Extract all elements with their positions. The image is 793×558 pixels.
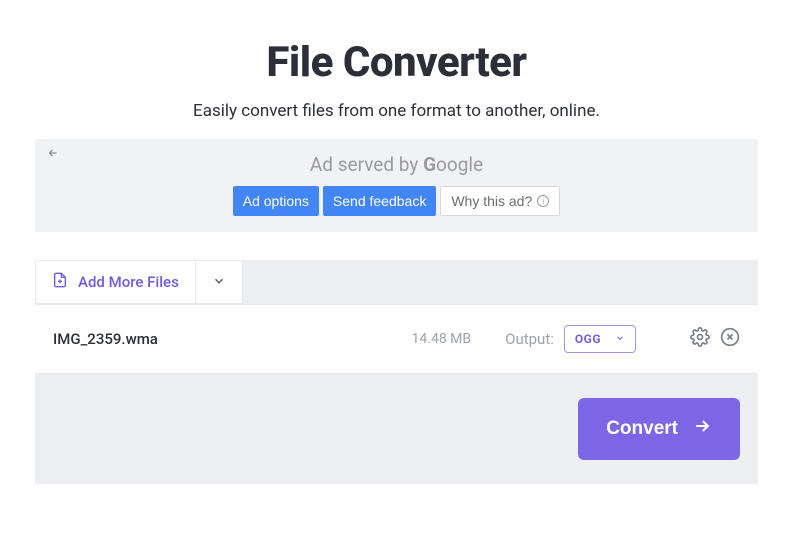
file-size: 14.48 MB xyxy=(412,331,472,347)
output-format-value: OGG xyxy=(575,332,601,346)
file-name: IMG_2359.wma xyxy=(53,330,412,348)
add-more-files-label: Add More Files xyxy=(78,273,179,291)
close-icon xyxy=(720,327,740,351)
send-feedback-button[interactable]: Send feedback xyxy=(323,186,436,216)
chevron-down-icon xyxy=(615,332,625,346)
chevron-down-icon xyxy=(212,273,226,292)
add-more-files-button[interactable]: Add More Files xyxy=(35,260,196,304)
add-files-dropdown[interactable] xyxy=(196,260,243,304)
remove-file-button[interactable] xyxy=(720,327,740,351)
add-file-icon xyxy=(52,272,68,292)
why-this-ad-button[interactable]: Why this ad? i xyxy=(440,186,560,216)
ad-options-button[interactable]: Ad options xyxy=(233,186,319,216)
output-format-select[interactable]: OGG xyxy=(564,325,636,353)
page-title: File Converter xyxy=(0,38,793,87)
convert-button[interactable]: Convert xyxy=(578,398,740,460)
arrow-right-icon xyxy=(692,416,712,442)
settings-button[interactable] xyxy=(690,327,710,351)
page-subtitle: Easily convert files from one format to … xyxy=(0,101,793,121)
gear-icon xyxy=(690,327,710,351)
ad-served-by-text: Ad served by Google xyxy=(45,153,748,176)
ad-panel: Ad served by Google Ad options Send feed… xyxy=(35,139,758,232)
converter-panel: Add More Files IMG_2359.wma 14.48 MB Out… xyxy=(35,260,758,484)
file-row: IMG_2359.wma 14.48 MB Output: OGG xyxy=(35,304,758,374)
convert-label: Convert xyxy=(606,418,678,440)
back-arrow-icon[interactable] xyxy=(47,147,59,163)
info-icon: i xyxy=(537,195,549,207)
output-label: Output: xyxy=(505,330,554,348)
